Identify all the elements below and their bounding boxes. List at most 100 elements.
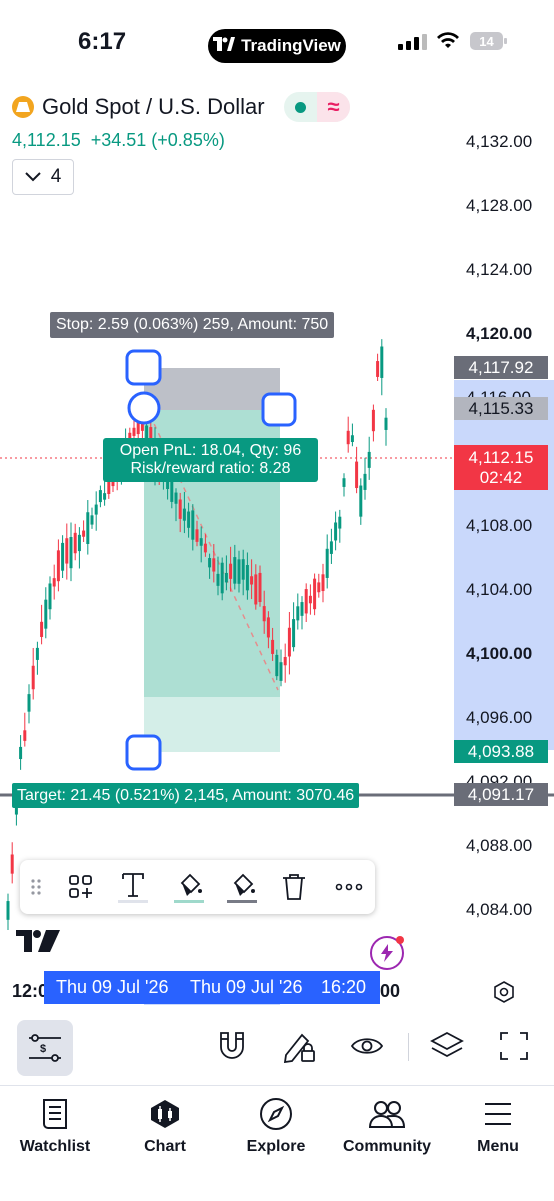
candle-body: [73, 532, 77, 554]
candle-body: [359, 485, 363, 517]
app-pill-label: TradingView: [241, 36, 341, 55]
y-tick: 4,108.00: [466, 516, 533, 535]
compass-icon: [260, 1098, 292, 1130]
y-tick: 4,084.00: [466, 900, 533, 919]
candle-body: [224, 572, 228, 583]
candle-body: [287, 627, 291, 657]
width-handle[interactable]: [261, 392, 297, 427]
book-icon: [43, 1099, 67, 1129]
candle-body: [6, 901, 10, 920]
battery-level: 14: [479, 33, 494, 49]
entry-price-tag: 4,115.33: [454, 397, 548, 420]
candle-body: [237, 559, 241, 584]
lock-drawings-icon[interactable]: [282, 1031, 316, 1063]
open-pnl-box: Open PnL: 18.04, Qty: 96 Risk/reward rat…: [103, 438, 318, 482]
stop-price-tag: 4,117.92: [454, 356, 548, 379]
candle-body: [380, 346, 384, 378]
candle-body: [199, 538, 203, 546]
candle-body: [367, 451, 371, 468]
more-options-icon[interactable]: [330, 868, 368, 906]
candle-body: [283, 656, 287, 666]
wifi-icon: [437, 32, 459, 48]
candle-body: [132, 427, 136, 436]
tab-chart[interactable]: Chart: [115, 1096, 215, 1156]
symbol-title[interactable]: Gold Spot / U.S. Dollar: [42, 94, 265, 120]
candle-body: [241, 559, 245, 580]
candle-body: [250, 576, 254, 585]
candle-body: [325, 548, 329, 578]
tradingview-pill: TradingView: [208, 29, 346, 63]
y-tick: 4,120.00: [466, 324, 533, 343]
trading-panel-icon[interactable]: $: [17, 1020, 73, 1076]
tradingview-logo-icon: [213, 37, 236, 55]
candle-body: [304, 589, 308, 614]
candle-body: [94, 504, 98, 515]
candle-body: [321, 574, 325, 592]
y-tick: 4,100.00: [466, 644, 533, 663]
gold-symbol-icon: [12, 96, 34, 118]
tab-label: Watchlist: [19, 1138, 91, 1155]
entry-handle[interactable]: [127, 391, 161, 425]
candle-body: [334, 522, 338, 541]
candle-body: [245, 565, 249, 591]
lightning-icon[interactable]: [370, 936, 404, 970]
candle-body: [195, 529, 199, 542]
candle-body: [279, 662, 283, 681]
candle-body: [317, 582, 321, 593]
tab-explore[interactable]: Explore: [226, 1096, 326, 1156]
candle-body: [346, 430, 350, 445]
candle-body: [31, 665, 35, 690]
drawing-toolbar: [20, 860, 375, 914]
drag-handle-icon[interactable]: [22, 868, 50, 906]
people-icon: [369, 1101, 405, 1128]
price-scale-selection: [454, 380, 554, 750]
candle-body: [329, 541, 333, 554]
target-price-tag: 4,091.17: [454, 783, 548, 806]
eye-icon[interactable]: [350, 1035, 384, 1057]
candle-body: [191, 510, 195, 540]
candle-body: [52, 578, 56, 587]
target-handle[interactable]: [125, 734, 162, 771]
svg-text:$: $: [40, 1043, 46, 1055]
layers-icon[interactable]: [430, 1031, 464, 1061]
candle-body: [65, 538, 69, 564]
candle-body: [182, 508, 186, 521]
stop-handle[interactable]: [125, 349, 162, 386]
candle-body: [300, 602, 304, 616]
tab-bar: Watchlist Chart Explore Community Menu: [0, 1085, 554, 1201]
low-price-tag: 4,093.88: [454, 740, 548, 763]
tab-watchlist[interactable]: Watchlist: [5, 1096, 105, 1156]
fill-color-icon[interactable]: [170, 868, 208, 906]
candle-body: [77, 534, 81, 552]
candle-body: [86, 512, 90, 545]
date-end: Thu 09 Jul '26: [190, 977, 303, 997]
symbol-badges[interactable]: ≈: [284, 92, 350, 122]
candle-body: [212, 558, 216, 572]
date-range-bar: Thu 09 Jul '26 Thu 09 Jul '26 16:20: [44, 971, 380, 1004]
cellular-signal-icon: [398, 34, 427, 50]
y-tick: 4,132.00: [466, 132, 533, 151]
trash-icon[interactable]: [275, 868, 313, 906]
tab-menu[interactable]: Menu: [448, 1096, 548, 1156]
candle-body: [355, 461, 359, 489]
settings-hex-icon[interactable]: [492, 980, 516, 1004]
text-tool-icon[interactable]: [114, 868, 152, 906]
candle-body: [178, 499, 182, 519]
fullscreen-icon[interactable]: [499, 1031, 529, 1061]
candle-body: [266, 617, 270, 638]
candle-body: [254, 574, 258, 605]
candle-body: [220, 562, 224, 594]
add-to-template-icon[interactable]: [62, 868, 100, 906]
candle-body: [69, 537, 73, 569]
candle-body: [208, 558, 212, 568]
magnet-icon[interactable]: [218, 1031, 246, 1063]
tab-community[interactable]: Community: [337, 1096, 437, 1156]
candle-body: [371, 409, 375, 432]
status-time: 6:17: [78, 28, 127, 55]
x-axis-left-label: 12:0: [12, 981, 49, 1001]
candle-body: [19, 746, 23, 760]
candle-body: [90, 515, 94, 525]
border-color-icon[interactable]: [223, 868, 261, 906]
stop-loss-zone: [144, 368, 280, 410]
candle-body: [61, 542, 65, 571]
